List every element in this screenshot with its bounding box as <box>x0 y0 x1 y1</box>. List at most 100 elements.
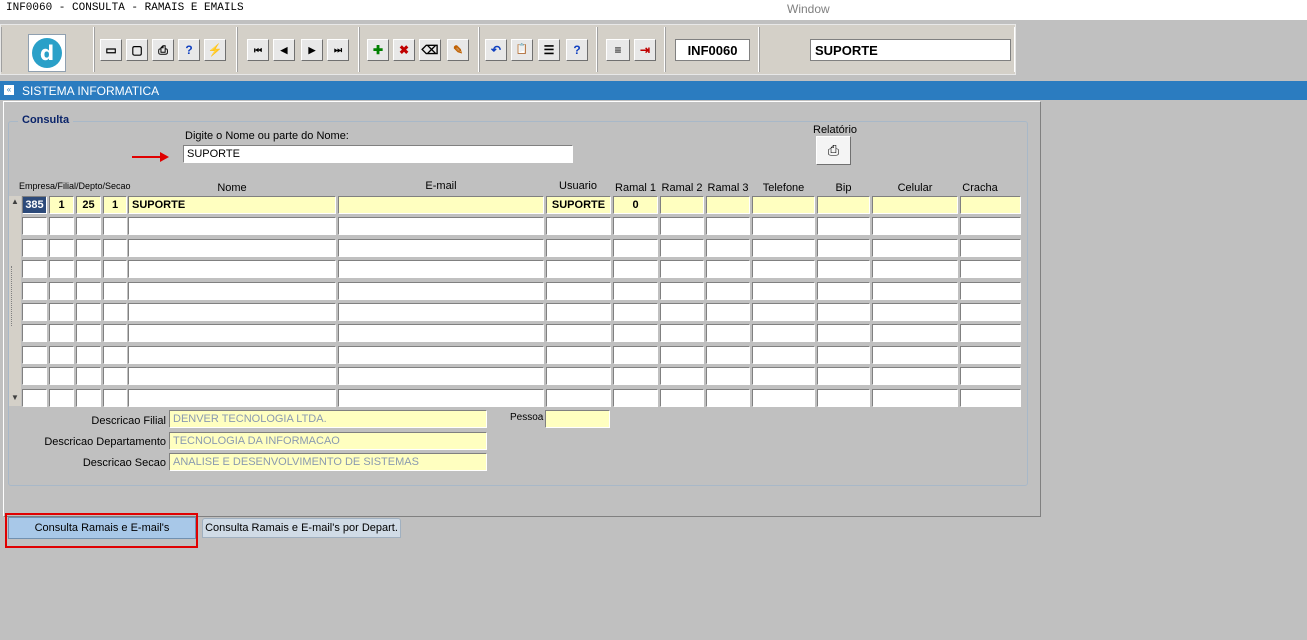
cell-ramal3[interactable] <box>706 367 750 385</box>
cell-telefone[interactable] <box>752 346 815 364</box>
cell-empresa[interactable] <box>22 282 47 300</box>
cell-depto[interactable] <box>76 239 101 257</box>
cell-celular[interactable] <box>872 260 958 278</box>
cell-filial[interactable] <box>49 324 74 342</box>
cell-email[interactable] <box>338 389 544 407</box>
cell-ramal3[interactable] <box>706 389 750 407</box>
scroll-down-icon[interactable]: ▼ <box>9 392 21 404</box>
cell-ramal2[interactable] <box>660 389 704 407</box>
cell-email[interactable] <box>338 217 544 235</box>
cell-bip[interactable] <box>817 260 870 278</box>
cell-cracha[interactable] <box>960 239 1021 257</box>
scroll-thumb[interactable] <box>11 266 19 326</box>
cell-filial[interactable] <box>49 260 74 278</box>
cell-celular[interactable] <box>872 303 958 321</box>
cell-ramal2[interactable] <box>660 217 704 235</box>
cell-cracha[interactable] <box>960 389 1021 407</box>
cell-cracha[interactable] <box>960 196 1021 214</box>
cell-filial[interactable] <box>49 239 74 257</box>
cell-depto[interactable] <box>76 260 101 278</box>
cell-cracha[interactable] <box>960 367 1021 385</box>
cell-cracha[interactable] <box>960 324 1021 342</box>
cell-bip[interactable] <box>817 239 870 257</box>
help-icon[interactable]: ? <box>566 39 588 61</box>
cell-ramal1[interactable] <box>613 303 658 321</box>
cell-telefone[interactable] <box>752 303 815 321</box>
cell-bip[interactable] <box>817 389 870 407</box>
cell-nome[interactable] <box>128 389 336 407</box>
filial-field[interactable]: DENVER TECNOLOGIA LTDA. <box>169 410 487 428</box>
cell-empresa[interactable] <box>22 389 47 407</box>
cell-secao[interactable] <box>103 217 127 235</box>
cell-usuario[interactable] <box>546 324 611 342</box>
cell-ramal1[interactable] <box>613 367 658 385</box>
cell-ramal3[interactable] <box>706 196 750 214</box>
next-record-icon[interactable]: ▶ <box>301 39 323 61</box>
cell-celular[interactable] <box>872 389 958 407</box>
cell-bip[interactable] <box>817 282 870 300</box>
cell-depto[interactable] <box>76 282 101 300</box>
cell-empresa[interactable] <box>22 346 47 364</box>
cell-celular[interactable] <box>872 217 958 235</box>
cell-usuario[interactable] <box>546 282 611 300</box>
cell-nome[interactable] <box>128 367 336 385</box>
cell-nome[interactable] <box>128 217 336 235</box>
cell-email[interactable] <box>338 324 544 342</box>
cell-usuario[interactable] <box>546 260 611 278</box>
cell-email[interactable] <box>338 346 544 364</box>
query-icon[interactable]: ? <box>178 39 200 61</box>
clear-record-icon[interactable]: ⌫ <box>419 39 441 61</box>
edit-icon[interactable]: ✎ <box>447 39 469 61</box>
cell-nome[interactable] <box>128 260 336 278</box>
cell-celular[interactable] <box>872 196 958 214</box>
section-collapse-icon[interactable]: « <box>4 85 14 95</box>
cell-celular[interactable] <box>872 324 958 342</box>
clipboard-icon[interactable]: 📋 <box>511 39 533 61</box>
last-record-icon[interactable]: ⏭ <box>327 39 349 61</box>
cell-usuario[interactable] <box>546 303 611 321</box>
cell-nome[interactable] <box>128 346 336 364</box>
cell-filial[interactable] <box>49 217 74 235</box>
cell-telefone[interactable] <box>752 196 815 214</box>
search-input[interactable]: SUPORTE <box>183 145 573 163</box>
pessoa-field[interactable] <box>545 410 610 428</box>
cell-empresa[interactable] <box>22 367 47 385</box>
delete-record-icon[interactable]: ✖ <box>393 39 415 61</box>
cell-cracha[interactable] <box>960 346 1021 364</box>
cell-depto[interactable]: 25 <box>76 196 101 214</box>
cell-filial[interactable] <box>49 346 74 364</box>
secao-field[interactable]: ANALISE E DESENVOLVIMENTO DE SISTEMAS <box>169 453 487 471</box>
relatorio-button[interactable]: ⎙ <box>816 136 851 165</box>
cell-ramal2[interactable] <box>660 239 704 257</box>
cell-ramal3[interactable] <box>706 282 750 300</box>
cell-ramal1[interactable] <box>613 389 658 407</box>
cell-nome[interactable] <box>128 239 336 257</box>
cell-ramal1[interactable] <box>613 260 658 278</box>
cell-ramal3[interactable] <box>706 260 750 278</box>
cell-empresa[interactable] <box>22 260 47 278</box>
cell-secao[interactable] <box>103 282 127 300</box>
cell-telefone[interactable] <box>752 389 815 407</box>
cell-email[interactable] <box>338 367 544 385</box>
cell-ramal2[interactable] <box>660 324 704 342</box>
window-menu[interactable]: Window <box>787 2 830 16</box>
cell-cracha[interactable] <box>960 303 1021 321</box>
cell-ramal2[interactable] <box>660 303 704 321</box>
cell-telefone[interactable] <box>752 217 815 235</box>
screen-icon[interactable]: ▢ <box>126 39 148 61</box>
cell-nome[interactable] <box>128 324 336 342</box>
cell-secao[interactable] <box>103 303 127 321</box>
cell-secao[interactable] <box>103 389 127 407</box>
cell-depto[interactable] <box>76 389 101 407</box>
cell-ramal2[interactable] <box>660 196 704 214</box>
cell-empresa[interactable] <box>22 324 47 342</box>
first-record-icon[interactable]: ⏮ <box>247 39 269 61</box>
cell-cracha[interactable] <box>960 217 1021 235</box>
cell-usuario[interactable] <box>546 346 611 364</box>
cell-empresa[interactable]: 385 <box>22 196 47 214</box>
cell-secao[interactable] <box>103 260 127 278</box>
cell-secao[interactable] <box>103 367 127 385</box>
cell-ramal1[interactable] <box>613 282 658 300</box>
cell-telefone[interactable] <box>752 367 815 385</box>
cell-ramal3[interactable] <box>706 324 750 342</box>
